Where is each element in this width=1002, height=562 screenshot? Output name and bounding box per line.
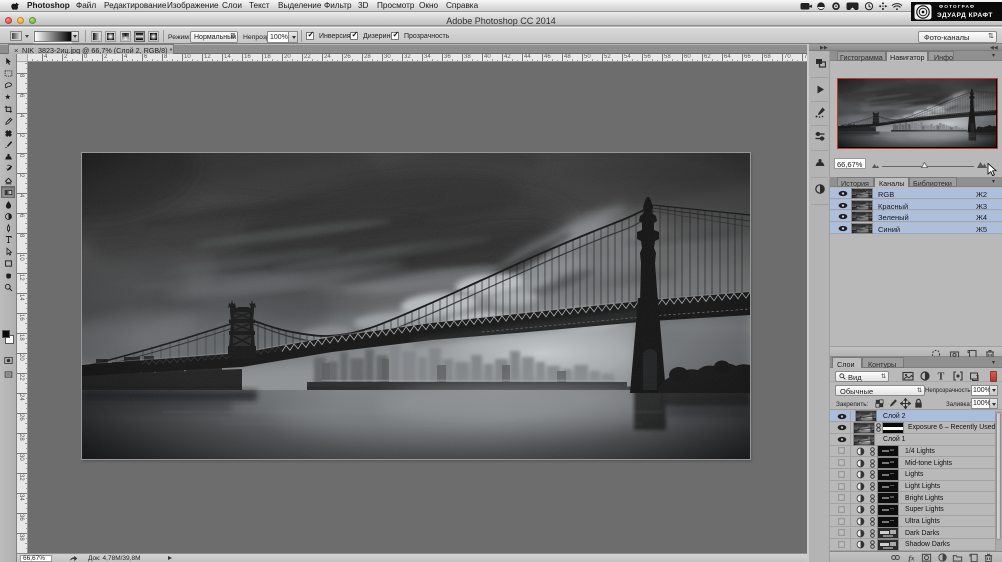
svg-text:T: T (938, 372, 945, 383)
svg-text:fx: fx (908, 553, 914, 562)
